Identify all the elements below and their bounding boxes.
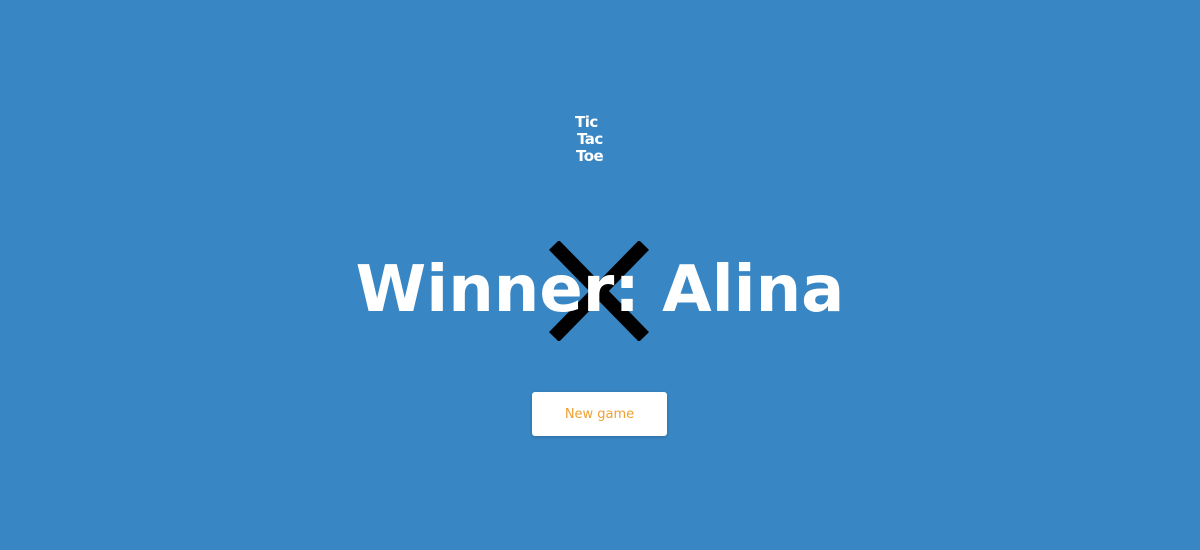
new-game-button[interactable]: New game <box>532 392 667 436</box>
winner-text: Winner: Alina <box>355 253 845 327</box>
logo-line-toe: Toe <box>576 147 604 165</box>
logo-line-tac: Tac <box>577 130 603 148</box>
winner-banner: Winner: Alina <box>0 235 1200 345</box>
logo-line-tic: Tic <box>575 113 598 131</box>
tic-tac-toe-logo: Tic Tac Toe <box>575 114 625 165</box>
